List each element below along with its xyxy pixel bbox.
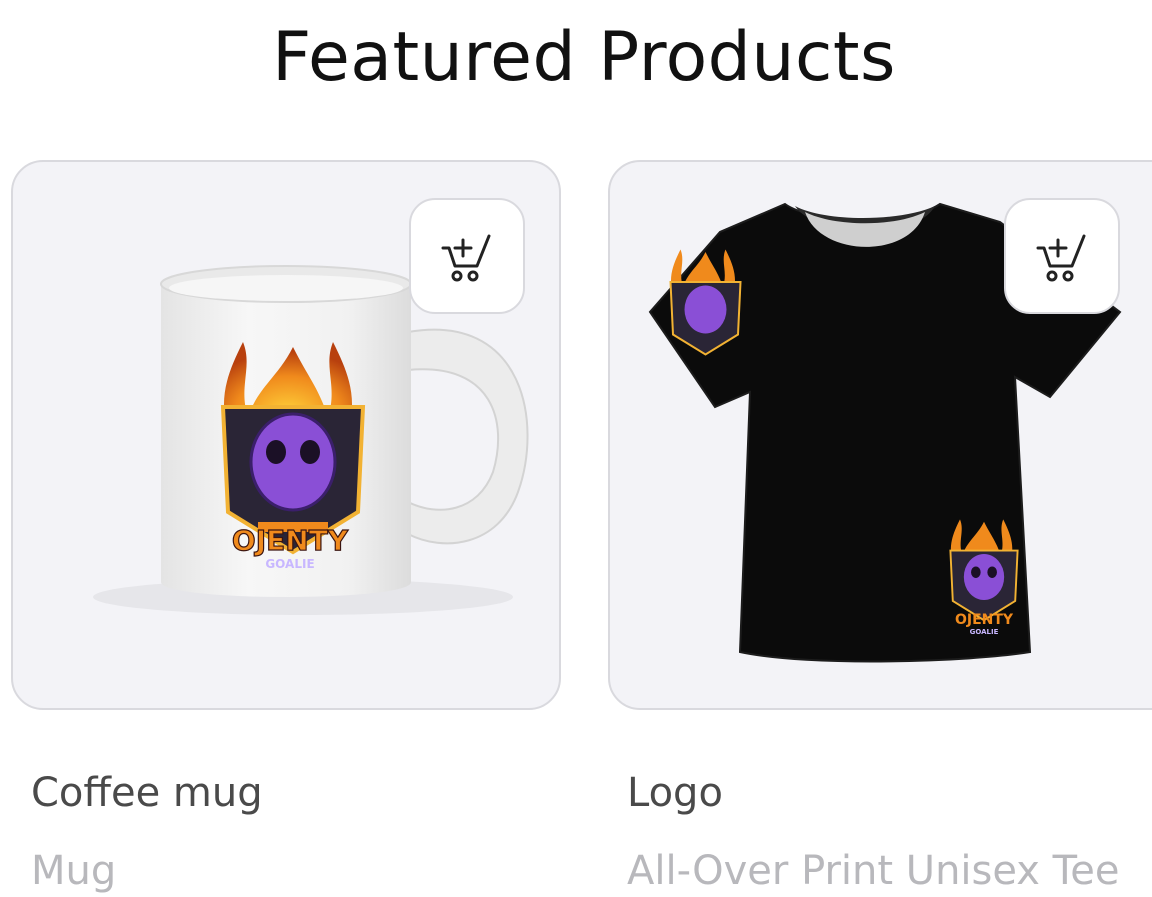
product-card-mug[interactable]: OJENTY GOALIE (11, 160, 561, 710)
product-card-tee[interactable]: OJENTY GOALIE (608, 160, 1152, 710)
product-name-mug[interactable]: Coffee mug (31, 770, 263, 816)
mug-logo-subtext: GOALIE (265, 557, 314, 571)
add-to-cart-icon (1036, 234, 1086, 282)
tee-logo-subtext: GOALIE (970, 628, 999, 636)
mug-logo-text: OJENTY (232, 524, 349, 557)
product-name-tee[interactable]: Logo (627, 770, 723, 816)
product-type-mug: Mug (31, 848, 117, 894)
add-to-cart-button-tee[interactable] (1004, 198, 1120, 314)
page-title: Featured Products (272, 18, 896, 97)
add-to-cart-button-mug[interactable] (409, 198, 525, 314)
product-type-tee: All-Over Print Unisex Tee (627, 848, 1120, 894)
add-to-cart-icon (441, 234, 491, 282)
mug-logo (220, 342, 366, 555)
tee-logo-text: OJENTY (955, 612, 1014, 628)
